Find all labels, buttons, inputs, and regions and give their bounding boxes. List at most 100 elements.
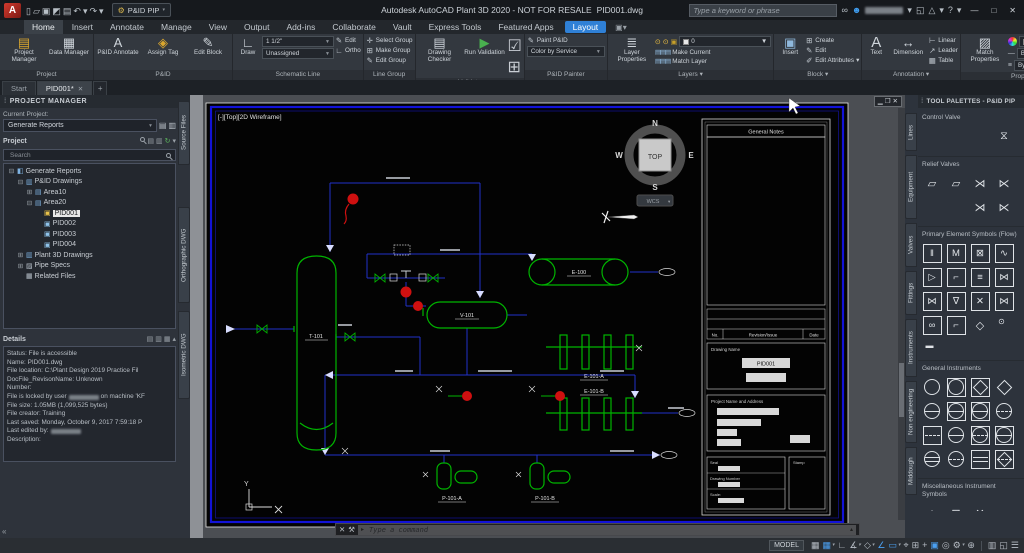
side-tab-isometric-dwg[interactable]: Isometric DWG xyxy=(178,311,190,399)
selection-cycling-icon[interactable]: ⌖ xyxy=(903,539,908,552)
new-file-icon[interactable]: ▯ xyxy=(25,6,32,16)
dynamic-input-icon[interactable]: + xyxy=(922,539,927,552)
close-tab-icon[interactable]: ✕ xyxy=(78,85,83,93)
polar-tracking-icon[interactable]: ∡▾ xyxy=(849,539,861,552)
copy-drawing-icon[interactable]: ▥ xyxy=(156,137,163,145)
dual-dash-instrument-icon[interactable] xyxy=(947,450,966,469)
validation-report-icon[interactable]: ⊞ xyxy=(508,57,522,77)
hex-element-icon[interactable]: ◇ xyxy=(971,316,990,335)
leader-button[interactable]: ↗Leader xyxy=(928,46,958,55)
shared-display-instrument-icon[interactable] xyxy=(947,378,966,397)
isodraft-icon[interactable]: ◇▾ xyxy=(864,539,874,552)
app-store-cart-icon[interactable]: ◱ xyxy=(916,5,925,16)
tree-item-p-id-drawings[interactable]: ⊟▥P&ID Drawings xyxy=(4,177,175,188)
search-binoculars-icon[interactable]: ∞ xyxy=(842,5,848,15)
venturi-icon[interactable]: ⋈ xyxy=(923,292,942,311)
local-panel-icon[interactable] xyxy=(947,426,966,445)
lineweight-dropdown[interactable]: ByLayer▼ xyxy=(1014,60,1024,71)
snap-icon[interactable]: ▦▾ xyxy=(823,539,835,552)
plc-dash-instrument-icon[interactable] xyxy=(995,450,1014,469)
panel-label-schematic-line[interactable]: Schematic Line xyxy=(233,70,363,80)
panel-collapse-icon[interactable]: « xyxy=(2,527,6,536)
customization-gear-icon[interactable]: ⚙▾ xyxy=(953,539,965,552)
ortho-button[interactable]: ∟Ortho xyxy=(335,46,361,55)
alerts-dropdown-icon[interactable]: ▾ xyxy=(939,5,944,16)
viewport-label[interactable]: [-][Top][2D Wireframe] xyxy=(218,114,282,121)
menu-tab-layout[interactable]: Layout xyxy=(565,21,607,33)
flow-meter-m-icon[interactable]: M xyxy=(947,244,966,263)
tree-item-plant-3d-drawings[interactable]: ⊞▥Plant 3D Drawings xyxy=(4,250,175,261)
expander-icon[interactable]: ⊞ xyxy=(17,262,24,270)
plc-instrument-icon[interactable] xyxy=(971,378,990,397)
tree-item-pipe-specs[interactable]: ⊞▨Pipe Specs xyxy=(4,261,175,272)
pid-annotate-button[interactable]: A P&ID Annotate xyxy=(96,35,140,57)
menu-tab-home[interactable]: Home xyxy=(24,20,63,34)
angle-relief-valve-icon-2[interactable]: ⋉ xyxy=(995,174,1014,193)
angle-relief-valve-icon-1[interactable]: ⋊ xyxy=(971,174,990,193)
drawing-checker-button[interactable]: ▤ Drawing Checker xyxy=(418,35,462,64)
tree-item-pid003[interactable]: ▣PID003 xyxy=(4,229,175,240)
make-current-button[interactable]: ▤▤▤Make Current xyxy=(655,48,771,56)
object-color-dropdown[interactable]: ByLayer▼ xyxy=(1019,36,1024,47)
tree-item-area10[interactable]: ⊞▤Area10 xyxy=(4,187,175,198)
viewcube-south[interactable]: S xyxy=(652,183,658,192)
panel-label-pid[interactable]: P&ID xyxy=(94,70,232,80)
alerts-icon[interactable]: △ xyxy=(928,5,935,16)
viewcube-west[interactable]: W xyxy=(615,151,623,160)
misc-instrument-icon-2[interactable]: ⊠ xyxy=(947,504,966,512)
inaccessible-instrument-icon[interactable] xyxy=(995,402,1014,421)
menu-tab-express-tools[interactable]: Express Tools xyxy=(421,20,490,34)
make-group-button[interactable]: ⊞Make Group xyxy=(366,46,413,55)
relief-valve-icon-1[interactable]: ▱ xyxy=(923,174,942,193)
status-menu-icon[interactable]: ☰ xyxy=(1011,539,1019,552)
palette-tab-lines[interactable]: Lines xyxy=(905,113,917,151)
match-layer-button[interactable]: ▤▤▤Match Layer xyxy=(655,57,771,65)
details-preview-icon[interactable]: ▥ xyxy=(155,335,162,343)
tree-item-pid004[interactable]: ▣PID004 xyxy=(4,240,175,251)
tree-item-related-files[interactable]: ▦Related Files xyxy=(4,271,175,282)
edit-group-button[interactable]: ✎Edit Group xyxy=(366,56,413,65)
flow-display-icon[interactable]: ⊠ xyxy=(971,244,990,263)
search-icon[interactable] xyxy=(140,137,145,142)
command-wrench-icon[interactable]: ⚒ xyxy=(348,525,355,534)
menu-tab-collaborate[interactable]: Collaborate xyxy=(324,20,383,34)
edit-attributes-button[interactable]: ✐Edit Attributes▾ xyxy=(805,56,859,65)
panel-grip-icon[interactable]: ⁞ xyxy=(4,98,7,105)
current-project-dropdown[interactable]: Generate Reports ▾ xyxy=(3,119,157,132)
flow-weir-icon[interactable]: ⌐ xyxy=(947,268,966,287)
project-search-input[interactable] xyxy=(8,151,166,160)
angle-relief-valve-icon-3[interactable]: ⋊ xyxy=(971,198,990,217)
table-button[interactable]: ▦Table xyxy=(928,56,958,65)
menu-tab-view[interactable]: View xyxy=(201,20,235,34)
print-icon[interactable]: ▤ xyxy=(159,121,167,130)
sign-in-user-icon[interactable]: ☻ xyxy=(852,5,861,15)
tree-item-area20[interactable]: ⊟▤Area20 xyxy=(4,198,175,209)
palette-tab-valves[interactable]: Valves xyxy=(905,223,917,267)
close-button[interactable]: ✕ xyxy=(1005,6,1020,15)
3d-object-snap-icon[interactable]: ⊞ xyxy=(912,539,920,552)
viewport-close-icon[interactable]: ✕ xyxy=(893,97,898,107)
misc-instrument-icon-1[interactable]: ∧ xyxy=(923,504,942,512)
flow-nozzle-icon[interactable]: ▷ xyxy=(923,268,942,287)
control-valve-icon[interactable]: ⧖ xyxy=(995,127,1014,146)
panel-label-layers[interactable]: Layers ▾ xyxy=(608,70,773,80)
misc-instrument-icon-3[interactable]: ✕ xyxy=(971,504,990,512)
details-props-icon[interactable]: ▦ xyxy=(164,335,171,343)
field-instrument-icon[interactable] xyxy=(923,402,942,421)
menu-tab-vault[interactable]: Vault xyxy=(385,20,420,34)
help-icon[interactable]: ? xyxy=(948,5,953,15)
object-snap-icon[interactable]: ▭▾ xyxy=(888,539,900,552)
layer-properties-button[interactable]: ≣ Layer Properties xyxy=(610,35,654,64)
dual-line-instrument-icon[interactable] xyxy=(923,450,942,469)
file-tab-pid001[interactable]: PID001* ✕ xyxy=(37,81,92,95)
side-tab-source-files[interactable]: Source Files xyxy=(178,101,190,165)
menu-tab-add-ins[interactable]: Add-ins xyxy=(279,20,324,34)
menu-tab-insert[interactable]: Insert xyxy=(64,20,101,34)
relief-valve-icon-2[interactable]: ▱ xyxy=(947,174,966,193)
isolate-objects-icon[interactable]: ◎ xyxy=(942,539,950,552)
save-as-icon[interactable]: ◩ xyxy=(51,6,62,16)
project-manager-header[interactable]: ⁞ PROJECT MANAGER xyxy=(0,95,190,108)
edit-block-button[interactable]: ✎ Edit Block xyxy=(186,35,230,57)
select-group-button[interactable]: ✛Select Group xyxy=(366,36,413,45)
new-drawing-icon[interactable]: ▤ xyxy=(147,137,154,145)
